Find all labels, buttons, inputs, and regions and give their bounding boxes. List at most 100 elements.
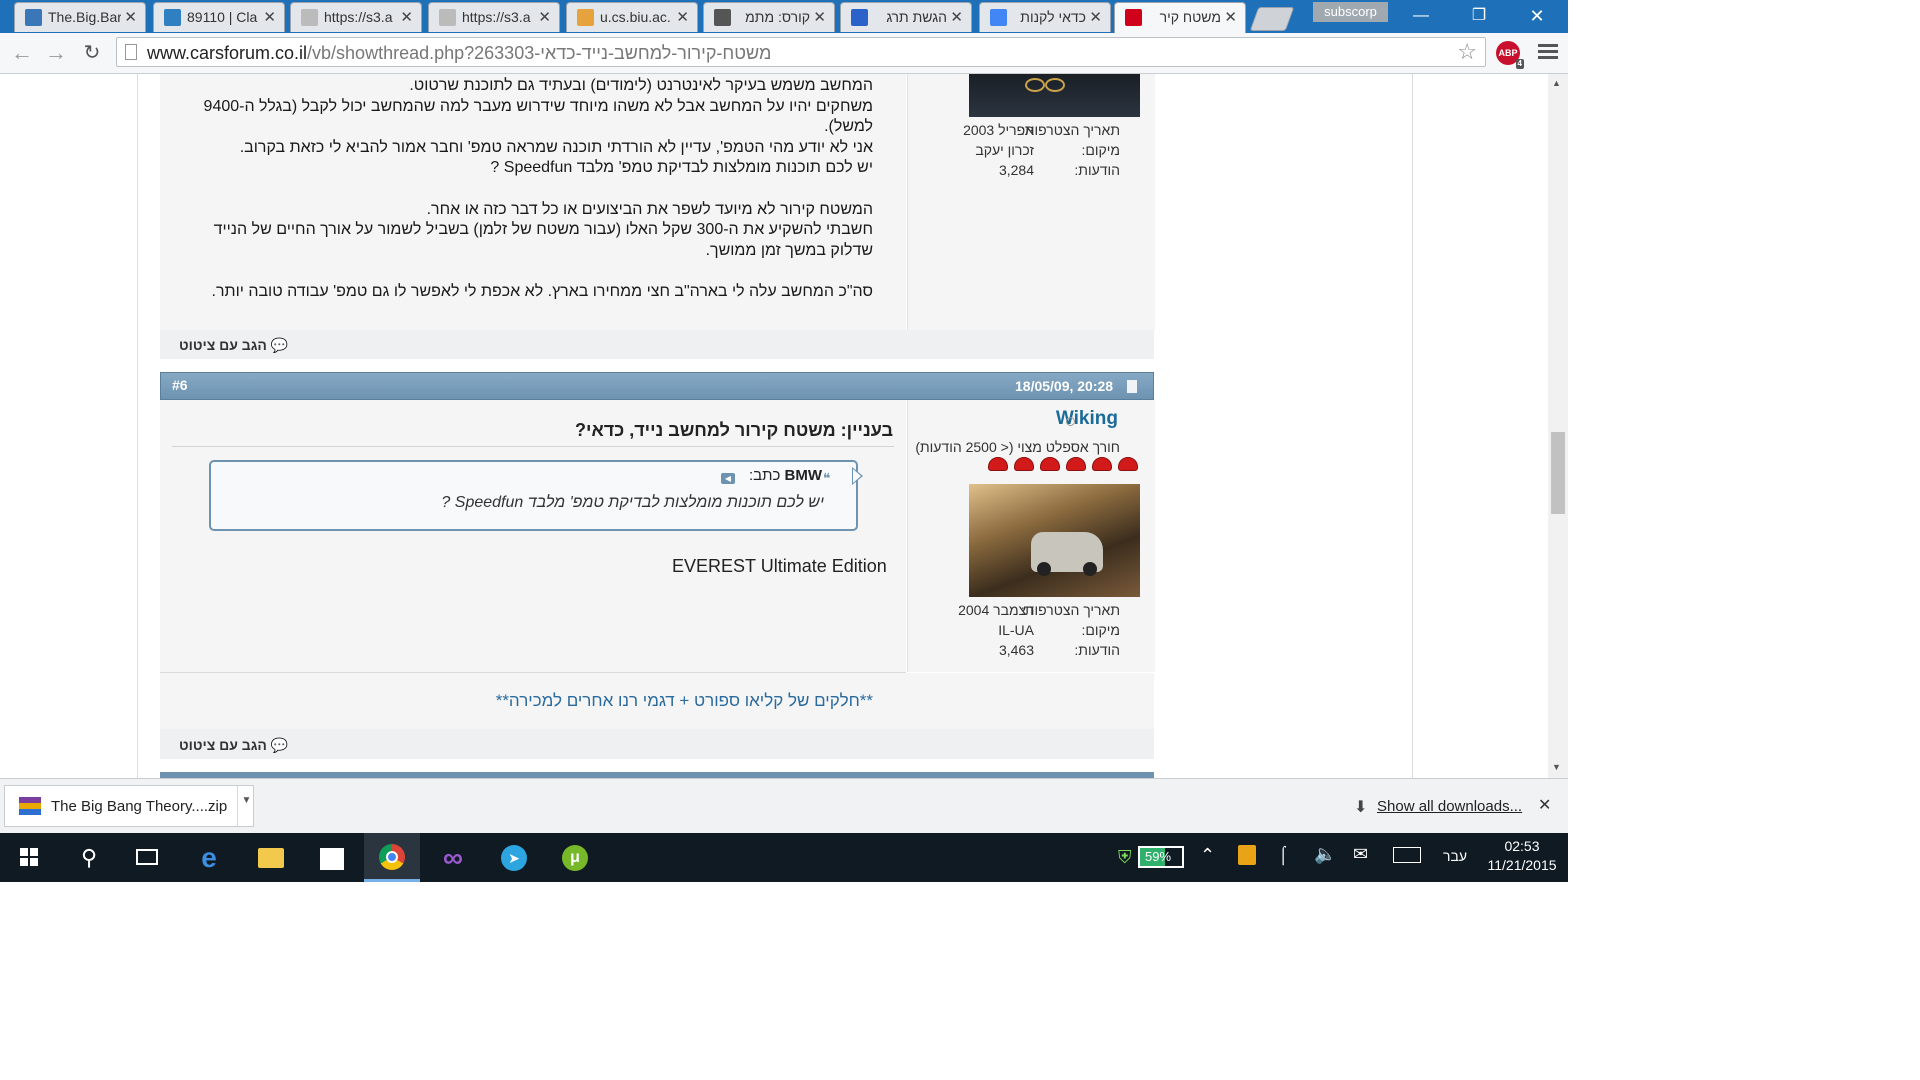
close-tab-icon[interactable]: ✕	[400, 8, 413, 26]
post-text-line: אני לא יודע מהי הטמפ', עדיין לא הורדתי ת…	[239, 138, 873, 156]
search-icon[interactable]: ⚲	[61, 833, 117, 882]
browser-tab[interactable]: כדאי לקנות ✕	[979, 2, 1111, 32]
signature-link[interactable]: **חלקים של קליאו ספורט + דגמי רנו אחרים …	[496, 691, 873, 711]
utorrent-icon[interactable]: μ	[547, 833, 603, 882]
browser-tab[interactable]: משטח קיר ✕	[1114, 2, 1246, 33]
avast-icon[interactable]	[1238, 845, 1256, 865]
author-avatar[interactable]	[969, 484, 1140, 597]
close-tab-icon[interactable]: ✕	[950, 8, 963, 26]
back-icon[interactable]: ←	[8, 39, 36, 67]
forward-icon[interactable]: →	[42, 39, 70, 67]
adblock-plus-icon[interactable]: ABP 4	[1496, 41, 1524, 69]
post-body-text: EVEREST Ultimate Edition	[672, 556, 887, 576]
wifi-icon[interactable]: ⌠	[1278, 845, 1288, 865]
browser-toolbar: ← → ↻ www.carsforum.co.il/vb/showthread.…	[0, 33, 1568, 74]
reply-quote-button-2[interactable]: הגב עם ציטוט 💬	[179, 737, 288, 754]
profile-button[interactable]: subscorp	[1313, 2, 1388, 22]
post-footer	[160, 729, 1154, 759]
chrome-menu-icon[interactable]	[1538, 41, 1558, 62]
url-host: www.carsforum.co.il	[147, 43, 308, 63]
view-quoted-post-icon[interactable]: ◀	[721, 473, 735, 484]
title-divider	[172, 446, 894, 447]
author-name[interactable]: Wiking	[1056, 408, 1118, 430]
info-label: הודעות:	[1074, 642, 1120, 658]
volume-icon[interactable]: 🔈	[1314, 844, 1336, 865]
post-title: בעניין: משטח קירור למחשב נייד, כדאי?	[575, 420, 893, 440]
tab-title: הגשת תרג	[886, 9, 947, 25]
post-number[interactable]: #6	[172, 377, 188, 393]
page-icon	[125, 44, 137, 60]
chrome-icon[interactable]	[364, 833, 420, 882]
browser-tab[interactable]: u.cs.biu.ac. ✕	[566, 2, 698, 32]
post-text-line: חשבתי להשקיע את ה-300 שקל האלו (עבור משט…	[213, 221, 873, 239]
edge-icon[interactable]: e	[181, 833, 237, 882]
close-tab-icon[interactable]: ✕	[263, 8, 276, 26]
show-all-downloads-link[interactable]: Show all downloads...	[1377, 798, 1522, 815]
close-tab-icon[interactable]: ✕	[538, 8, 551, 26]
battery-indicator[interactable]: 59%	[1138, 846, 1184, 868]
clock[interactable]: 02:53 11/21/2015	[1481, 838, 1563, 873]
keyboard-icon[interactable]	[1393, 847, 1421, 863]
start-button[interactable]	[0, 833, 56, 882]
reply-quote-button[interactable]: הגב עם ציטוט 💬	[179, 337, 288, 354]
file-explorer-icon[interactable]	[242, 833, 298, 882]
reload-icon[interactable]: ↻	[78, 39, 106, 67]
restore-icon[interactable]: ❐	[1456, 4, 1502, 28]
post-text-line: המשטח קירור לא מיועד לשפר את הביצועים או…	[426, 200, 873, 218]
post-text-line: סה"כ המחשב עלה לי בארה"ב חצי ממחירו בארץ…	[211, 283, 873, 300]
minimize-icon[interactable]: —	[1398, 4, 1444, 28]
quote-bubble-icon-2: 💬	[270, 737, 289, 753]
tab-title: כדאי לקנות	[1020, 9, 1086, 25]
visual-studio-icon[interactable]: ∞	[425, 833, 481, 882]
close-shelf-icon[interactable]: ✕	[1538, 795, 1551, 815]
close-tab-icon[interactable]: ✕	[813, 8, 826, 26]
scroll-thumb[interactable]	[1551, 432, 1565, 514]
close-window-icon[interactable]: ✕	[1514, 4, 1560, 28]
shield-icon[interactable]: ⛨	[1118, 847, 1132, 868]
quote-marks-icon: ❝	[823, 470, 831, 486]
browser-tab[interactable]: https://s3.a ✕	[290, 2, 422, 32]
info-value: 3,284	[998, 162, 1034, 178]
browser-tab[interactable]: 89110 | Cla ✕	[153, 2, 285, 32]
info-label: מיקום:	[1081, 142, 1120, 158]
download-menu-chevron-icon[interactable]: ▼	[237, 786, 255, 826]
tab-title: https://s3.a	[324, 9, 393, 25]
offline-status-icon	[1066, 417, 1075, 426]
tab-title: 89110 | Cla	[187, 9, 258, 25]
store-icon[interactable]	[303, 833, 359, 882]
tab-title: https://s3.a	[462, 9, 531, 25]
download-item[interactable]: The Big Bang Theory....zip ▼	[4, 785, 254, 827]
close-tab-icon[interactable]: ✕	[676, 8, 689, 26]
download-arrow-icon: ⬇	[1354, 799, 1368, 816]
abp-badge: 4	[1515, 59, 1524, 69]
quote-header: BMW כתב:	[749, 467, 822, 484]
p-icon	[164, 9, 181, 26]
close-tab-icon[interactable]: ✕	[1224, 8, 1237, 26]
task-view-icon[interactable]	[119, 833, 175, 882]
google-icon	[990, 9, 1007, 26]
scroll-down-icon[interactable]: ▼	[1552, 762, 1561, 772]
language-indicator[interactable]: עבר	[1443, 848, 1467, 864]
browser-tab[interactable]: קורס: מתמ ✕	[703, 2, 835, 32]
quote-text: יש לכם תוכנות מומלצות לבדיקת טמפ' מלבד S…	[441, 494, 824, 511]
bookmark-icon	[851, 9, 868, 26]
page-scrollbar[interactable]: ▲ ▼	[1548, 74, 1568, 778]
close-tab-icon[interactable]: ✕	[1089, 8, 1102, 26]
reputation-icon	[1040, 457, 1060, 471]
page-viewport: המחשב משמש בעיקר לאינטרנט (לימודים) ובעת…	[0, 74, 1548, 778]
show-hidden-icons-chevron-icon[interactable]: ⌃	[1200, 845, 1215, 866]
address-bar[interactable]: www.carsforum.co.il/vb/showthread.php?26…	[116, 37, 1486, 67]
browser-tab[interactable]: הגשת תרג ✕	[840, 2, 972, 32]
bookmark-star-icon[interactable]: ☆	[1457, 39, 1477, 65]
scroll-up-icon[interactable]: ▲	[1552, 78, 1561, 88]
post-datetime: 18/05/09, 20:28	[1015, 378, 1114, 394]
browser-tab[interactable]: The.Big.Bar ✕	[14, 2, 146, 32]
telegram-icon[interactable]: ➤	[486, 833, 542, 882]
browser-tab[interactable]: https://s3.a ✕	[428, 2, 560, 32]
close-tab-icon[interactable]: ✕	[124, 8, 137, 26]
info-value: 3,463	[998, 642, 1034, 658]
reputation-icon	[1014, 457, 1034, 471]
download-filename: The Big Bang Theory....zip	[51, 798, 228, 815]
info-value: אפריל 2003	[963, 122, 1034, 138]
action-center-icon[interactable]: ✉	[1353, 844, 1368, 865]
